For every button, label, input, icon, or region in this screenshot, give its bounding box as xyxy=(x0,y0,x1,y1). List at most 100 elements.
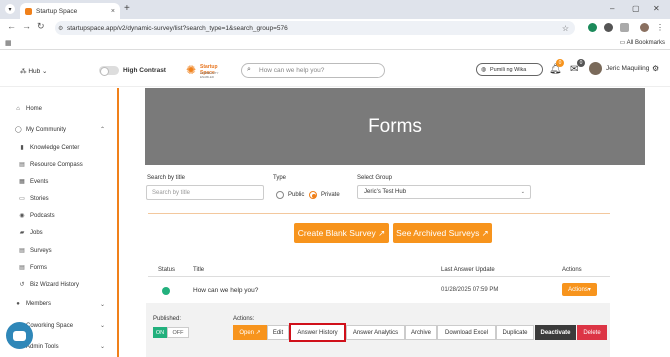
high-contrast-label: High Contrast xyxy=(123,67,166,74)
search-by-title-input[interactable]: Search by title xyxy=(146,185,264,200)
user-name[interactable]: Jeric Maquiling xyxy=(606,65,649,72)
members-icon: ● xyxy=(16,301,20,307)
globe-icon: ◍ xyxy=(481,67,487,73)
page-title: Forms xyxy=(368,115,422,137)
minimize-icon[interactable]: – xyxy=(610,4,614,13)
sidebar-item-label: Home xyxy=(26,106,43,112)
tab-close-icon[interactable]: × xyxy=(111,8,115,15)
type-label: Type xyxy=(273,175,287,181)
download-excel-button[interactable]: Download Excel xyxy=(437,325,496,340)
chat-launcher-button[interactable] xyxy=(6,322,33,349)
chevron-up-icon[interactable]: ⌃ xyxy=(100,126,105,133)
header-search-input[interactable]: ⌕ How can we help you? xyxy=(241,63,385,78)
sidebar-item-label: Biz Wizard History xyxy=(30,281,80,288)
apps-grid-icon[interactable]: ▦ xyxy=(5,39,12,47)
language-label: Pumili ng Wika xyxy=(490,66,527,73)
column-header-actions: Actions xyxy=(562,267,582,273)
row-title[interactable]: How can we help you? xyxy=(193,287,258,294)
sidebar-item-label: Jobs xyxy=(30,229,43,236)
maximize-icon[interactable]: ▢ xyxy=(632,4,640,13)
gear-icon[interactable]: ⚙ xyxy=(652,64,659,73)
see-archived-surveys-button[interactable]: See Archived Surveys ↗ xyxy=(393,223,492,243)
column-header-status: Status xyxy=(158,267,176,273)
avatar[interactable] xyxy=(589,62,602,75)
create-blank-survey-button[interactable]: Create Blank Survey ↗ xyxy=(294,223,389,243)
extension-icon[interactable] xyxy=(604,23,613,32)
search-icon: ⌕ xyxy=(247,66,251,73)
published-label: Published: xyxy=(153,316,182,322)
search-by-title-label: Search by title xyxy=(147,175,186,181)
compass-icon: ▤ xyxy=(19,162,25,168)
open-button[interactable]: Open ↗ xyxy=(233,325,267,340)
sidebar-item-label: Forms xyxy=(30,264,47,271)
select-group-dropdown[interactable]: Jeric's Test Hub ⌄ xyxy=(357,185,531,199)
type-private-label: Private xyxy=(321,192,340,198)
url-text: startupspace.app/v2/dynamic-survey/list?… xyxy=(67,24,288,32)
type-public-radio[interactable] xyxy=(276,191,284,199)
answer-history-button[interactable]: Answer History xyxy=(289,323,346,342)
language-selector[interactable]: ◍ Pumili ng Wika xyxy=(476,63,543,76)
chevron-down-icon[interactable]: ⌄ xyxy=(100,343,105,350)
browser-menu-icon[interactable]: ⋮ xyxy=(656,23,665,32)
row-actions-button[interactable]: Actions▾ xyxy=(562,283,597,296)
sidebar-item-biz-wizard-history[interactable]: ↺ Biz Wizard History xyxy=(19,281,80,289)
sidebar-item-home[interactable]: ⌂ Home xyxy=(15,106,42,112)
browser-tab[interactable]: Startup Space × xyxy=(20,3,120,19)
reload-icon[interactable]: ↻ xyxy=(37,21,45,32)
podcast-icon: ◉ xyxy=(19,213,25,219)
all-bookmarks-link[interactable]: ▭ All Bookmarks xyxy=(620,39,665,46)
forward-icon[interactable]: → xyxy=(22,21,31,31)
new-tab-button[interactable]: + xyxy=(124,3,130,14)
notification-badge: 0 xyxy=(556,59,564,67)
sidebar-item-events[interactable]: ▦ Events xyxy=(19,178,49,186)
divider xyxy=(148,276,610,277)
published-off-toggle[interactable]: OFF xyxy=(167,327,189,338)
stories-icon: ▭ xyxy=(19,196,25,202)
sidebar-item-podcasts[interactable]: ◉ Podcasts xyxy=(19,212,54,220)
sidebar-item-members[interactable]: ● Members xyxy=(15,301,51,307)
type-private-radio[interactable] xyxy=(309,191,317,199)
deactivate-button[interactable]: Deactivate xyxy=(535,325,576,340)
high-contrast-toggle[interactable] xyxy=(99,66,119,76)
window-close-icon[interactable]: ✕ xyxy=(653,4,660,13)
bookmarks-bar xyxy=(0,37,670,50)
duplicate-button[interactable]: Duplicate xyxy=(496,325,534,340)
sidebar-item-forms[interactable]: ▤ Forms xyxy=(19,264,47,272)
edit-button[interactable]: Edit xyxy=(267,325,289,340)
chat-bubble-icon xyxy=(13,330,26,341)
profile-avatar-icon[interactable] xyxy=(640,23,649,32)
status-dot xyxy=(162,287,170,295)
bookmark-star-icon[interactable]: ☆ xyxy=(562,24,569,33)
startup-space-logo[interactable]: ✺ Startup Space COMMUNITY ENABLED xyxy=(186,62,226,79)
chevron-down-icon[interactable]: ⌄ xyxy=(100,322,105,329)
chevron-down-icon[interactable]: ⌄ xyxy=(100,301,105,308)
calendar-icon: ▦ xyxy=(19,179,25,185)
sidebar-item-my-community[interactable]: ◯ My Community xyxy=(15,126,67,134)
published-on-toggle[interactable]: ON xyxy=(153,327,167,338)
actions-label: Actions: xyxy=(233,316,255,322)
logo-subtext: COMMUNITY ENABLED xyxy=(200,71,219,79)
all-bookmarks-label: All Bookmarks xyxy=(626,40,665,46)
divider xyxy=(148,213,610,214)
sidebar-item-jobs[interactable]: ▰ Jobs xyxy=(19,229,43,237)
type-public-label: Public xyxy=(288,192,305,198)
sidebar-item-knowledge-center[interactable]: ▮ Knowledge Center xyxy=(19,144,80,152)
hub-label: Hub xyxy=(28,68,41,75)
site-info-icon[interactable]: ⚙ xyxy=(58,25,63,32)
sidebar-item-surveys[interactable]: ▤ Surveys xyxy=(19,247,52,255)
sidebar-item-label: Knowledge Center xyxy=(30,144,80,151)
tab-menu-icon[interactable]: ▾ xyxy=(5,4,15,14)
back-icon[interactable]: ← xyxy=(7,21,16,31)
sidebar-item-label: My Community xyxy=(26,126,67,133)
answer-analytics-button[interactable]: Answer Analytics xyxy=(346,325,405,340)
extension-icon[interactable] xyxy=(588,23,597,32)
sidebar-item-label: Events xyxy=(30,178,49,185)
delete-button[interactable]: Delete xyxy=(577,325,607,340)
sidebar-item-resource-compass[interactable]: ▤ Resource Compass xyxy=(19,161,83,169)
archive-button[interactable]: Archive xyxy=(405,325,437,340)
url-field[interactable]: ⚙ startupspace.app/v2/dynamic-survey/lis… xyxy=(55,21,575,35)
hub-dropdown[interactable]: ⁂ Hub ⌄ xyxy=(20,67,48,75)
extensions-puzzle-icon[interactable] xyxy=(620,23,629,32)
sidebar-item-stories[interactable]: ▭ Stories xyxy=(19,195,49,203)
select-group-label: Select Group xyxy=(357,175,393,181)
